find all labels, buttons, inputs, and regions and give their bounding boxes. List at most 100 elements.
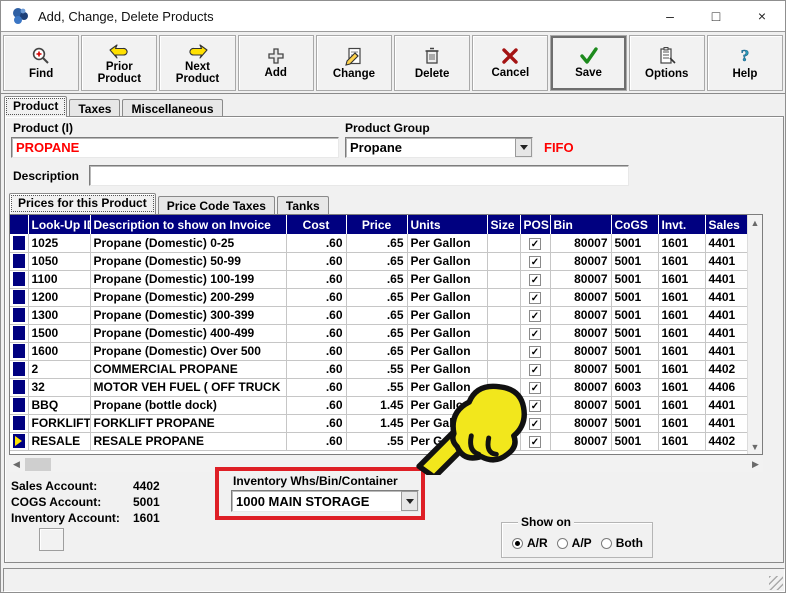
cell-lookup-id[interactable]: 1500	[28, 324, 90, 342]
cell-cogs[interactable]: 5001	[611, 306, 658, 324]
cell-size[interactable]	[487, 414, 520, 432]
cell-cogs[interactable]: 5001	[611, 270, 658, 288]
row-marker[interactable]	[10, 270, 28, 288]
cell-bin[interactable]: 80007	[550, 342, 611, 360]
cell-price[interactable]: .65	[346, 342, 407, 360]
row-marker[interactable]	[10, 360, 28, 378]
cell-bin[interactable]: 80007	[550, 396, 611, 414]
cell-description[interactable]: FORKLIFT PROPANE	[90, 414, 286, 432]
cell-bin[interactable]: 80007	[550, 414, 611, 432]
cell-lookup-id[interactable]: RESALE	[28, 432, 90, 450]
cell-cogs[interactable]: 5001	[611, 414, 658, 432]
cell-bin[interactable]: 80007	[550, 306, 611, 324]
cell-cogs[interactable]: 5001	[611, 432, 658, 450]
grid-row[interactable]: 1300 Propane (Domestic) 300-399 .60 .65 …	[10, 306, 747, 324]
cell-invt[interactable]: 1601	[658, 324, 705, 342]
cell-size[interactable]	[487, 252, 520, 270]
cell-invt[interactable]: 1601	[658, 414, 705, 432]
hscroll-thumb[interactable]	[25, 458, 51, 471]
cell-cogs[interactable]: 5001	[611, 234, 658, 252]
pos-checkbox[interactable]: ✓	[529, 400, 541, 412]
cell-size[interactable]	[487, 324, 520, 342]
cell-size[interactable]	[487, 342, 520, 360]
cell-sales[interactable]: 4401	[705, 306, 747, 324]
cell-cost[interactable]: .60	[286, 234, 346, 252]
cell-description[interactable]: Propane (Domestic) 50-99	[90, 252, 286, 270]
cell-bin[interactable]: 80007	[550, 360, 611, 378]
row-marker[interactable]	[10, 414, 28, 432]
cell-price[interactable]: 1.45	[346, 414, 407, 432]
cell-pos[interactable]: ✓	[520, 414, 550, 432]
delete-button[interactable]: Delete	[394, 35, 470, 91]
radio-both[interactable]: Both	[601, 536, 643, 550]
pos-checkbox[interactable]: ✓	[529, 418, 541, 430]
pos-checkbox[interactable]: ✓	[529, 436, 541, 448]
grid-vertical-scrollbar[interactable]: ▲ ▼	[747, 215, 762, 454]
tab-tanks[interactable]: Tanks	[277, 196, 329, 214]
cell-lookup-id[interactable]: 1100	[28, 270, 90, 288]
cell-units[interactable]: Per Gallon	[407, 414, 487, 432]
grid-row[interactable]: 1600 Propane (Domestic) Over 500 .60 .65…	[10, 342, 747, 360]
cell-description[interactable]: Propane (Domestic) Over 500	[90, 342, 286, 360]
cell-pos[interactable]: ✓	[520, 270, 550, 288]
cell-size[interactable]	[487, 270, 520, 288]
cell-invt[interactable]: 1601	[658, 432, 705, 450]
cell-cost[interactable]: .60	[286, 414, 346, 432]
cell-invt[interactable]: 1601	[658, 378, 705, 396]
pos-checkbox[interactable]: ✓	[529, 256, 541, 268]
change-button[interactable]: Change	[316, 35, 392, 91]
cell-lookup-id[interactable]: 32	[28, 378, 90, 396]
grid-row[interactable]: BBQ Propane (bottle dock) .60 1.45 Per G…	[10, 396, 747, 414]
cell-sales[interactable]: 4401	[705, 324, 747, 342]
cell-pos[interactable]: ✓	[520, 306, 550, 324]
resize-grip[interactable]	[769, 576, 783, 590]
tab-product[interactable]: Product	[4, 96, 67, 117]
cell-cost[interactable]: .60	[286, 288, 346, 306]
grid-row[interactable]: RESALE RESALE PROPANE .60 .55 Per Gallon…	[10, 432, 747, 450]
cell-units[interactable]: Per Gallon	[407, 432, 487, 450]
chevron-down-icon[interactable]	[401, 491, 418, 511]
cell-sales[interactable]: 4406	[705, 378, 747, 396]
cell-lookup-id[interactable]: 1200	[28, 288, 90, 306]
cell-description[interactable]: Propane (bottle dock)	[90, 396, 286, 414]
row-marker[interactable]	[10, 288, 28, 306]
cell-cogs[interactable]: 5001	[611, 288, 658, 306]
cell-lookup-id[interactable]: FORKLIFT	[28, 414, 90, 432]
pos-checkbox[interactable]: ✓	[529, 382, 541, 394]
cell-bin[interactable]: 80007	[550, 234, 611, 252]
cell-invt[interactable]: 1601	[658, 306, 705, 324]
cell-pos[interactable]: ✓	[520, 342, 550, 360]
cell-description[interactable]: Propane (Domestic) 100-199	[90, 270, 286, 288]
prior-product-button[interactable]: Prior Product	[81, 35, 157, 91]
cell-sales[interactable]: 4401	[705, 342, 747, 360]
cell-price[interactable]: .55	[346, 432, 407, 450]
row-marker[interactable]	[10, 234, 28, 252]
cell-bin[interactable]: 80007	[550, 378, 611, 396]
pos-checkbox[interactable]: ✓	[529, 274, 541, 286]
cell-sales[interactable]: 4401	[705, 270, 747, 288]
cell-units[interactable]: Per Gallon	[407, 324, 487, 342]
cell-lookup-id[interactable]: 1050	[28, 252, 90, 270]
cell-invt[interactable]: 1601	[658, 270, 705, 288]
cell-size[interactable]	[487, 360, 520, 378]
row-marker[interactable]	[10, 342, 28, 360]
cell-description[interactable]: Propane (Domestic) 0-25	[90, 234, 286, 252]
radio-ap[interactable]: A/P	[557, 536, 592, 550]
product-input[interactable]: PROPANE	[11, 137, 339, 158]
cell-sales[interactable]: 4401	[705, 288, 747, 306]
cell-bin[interactable]: 80007	[550, 288, 611, 306]
cell-description[interactable]: Propane (Domestic) 400-499	[90, 324, 286, 342]
grid-row[interactable]: FORKLIFT FORKLIFT PROPANE .60 1.45 Per G…	[10, 414, 747, 432]
cell-sales[interactable]: 4401	[705, 396, 747, 414]
cell-size[interactable]	[487, 396, 520, 414]
cell-invt[interactable]: 1601	[658, 252, 705, 270]
row-marker[interactable]	[10, 432, 28, 450]
pos-checkbox[interactable]: ✓	[529, 328, 541, 340]
close-button[interactable]: ×	[739, 1, 785, 31]
grid-row[interactable]: 32 MOTOR VEH FUEL ( OFF TRUCK .60 .55 Pe…	[10, 378, 747, 396]
cell-price[interactable]: .55	[346, 360, 407, 378]
cell-price[interactable]: 1.45	[346, 396, 407, 414]
cell-lookup-id[interactable]: 1300	[28, 306, 90, 324]
tab-taxes[interactable]: Taxes	[69, 99, 120, 117]
cell-units[interactable]: Per Gallon	[407, 270, 487, 288]
